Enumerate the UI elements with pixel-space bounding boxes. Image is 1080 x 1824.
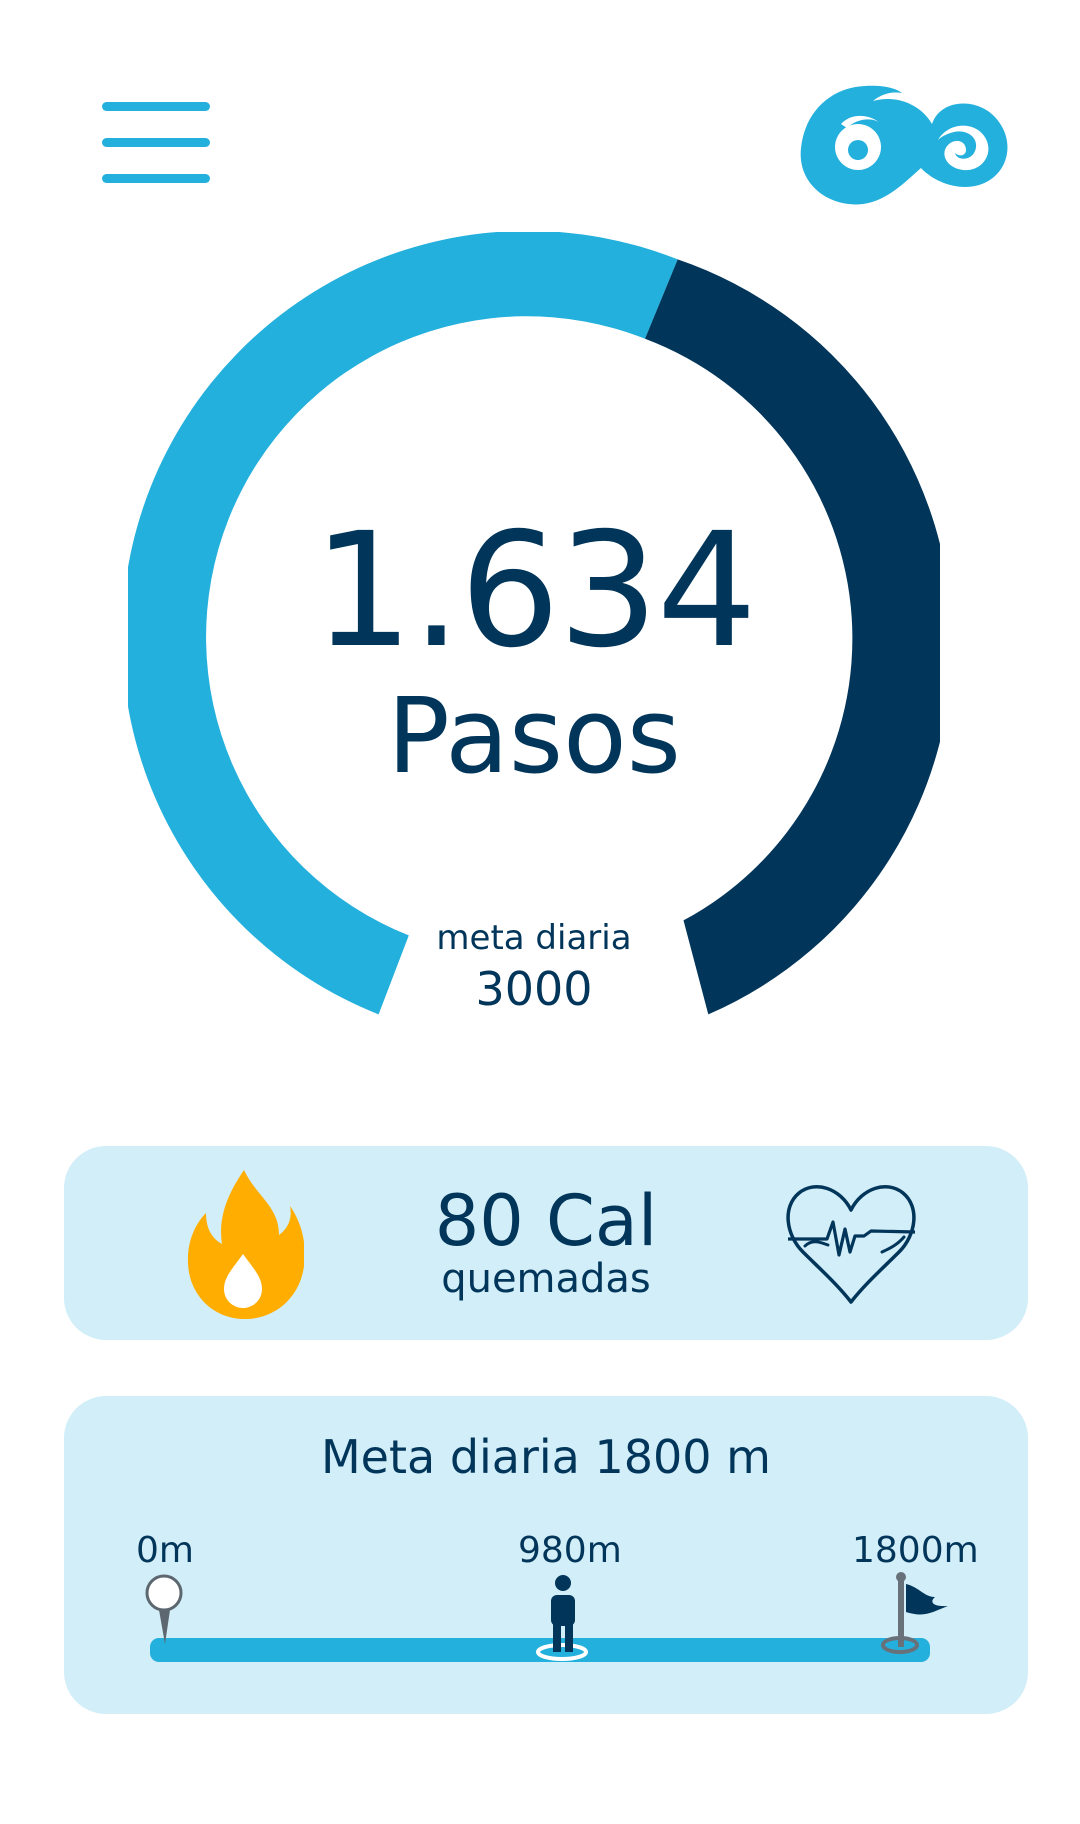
steps-progress-ring: 1.634 Pasos meta diaria 3000	[128, 232, 940, 1044]
start-pin-icon	[145, 1574, 183, 1644]
menu-line-bottom	[102, 174, 210, 183]
walking-person-icon	[536, 1575, 588, 1661]
steps-label: Pasos	[387, 675, 681, 797]
go-logo-icon	[800, 85, 1008, 205]
finish-flag-icon	[881, 1572, 948, 1654]
steps-count: 1.634	[312, 499, 757, 683]
menu-line-middle	[102, 138, 210, 147]
distance-track-graphic	[145, 1572, 948, 1662]
steps-goal-value: 3000	[475, 962, 593, 1016]
calories-card: 80 Cal quemadas	[64, 1146, 1028, 1340]
steps-goal-label: meta diaria	[436, 918, 632, 958]
menu-line-top	[102, 102, 210, 111]
distance-card: Meta diaria 1800 m 0m 980m 1800m	[64, 1396, 1028, 1714]
heart-rate-icon	[786, 1184, 916, 1304]
menu-button[interactable]	[92, 92, 220, 184]
